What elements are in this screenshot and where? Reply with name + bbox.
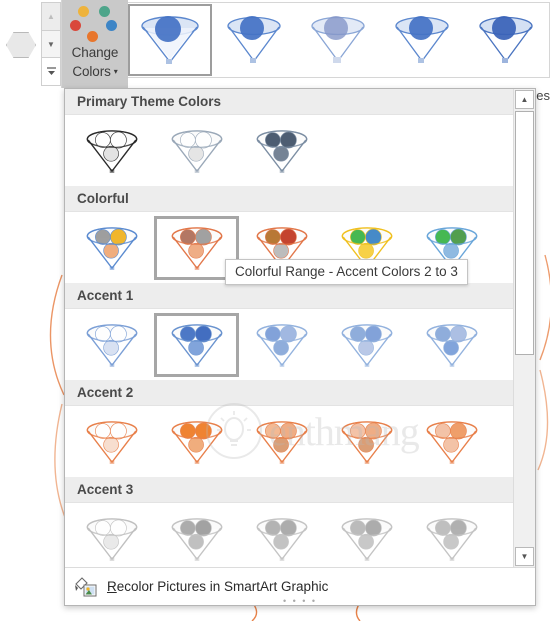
color-variant-accent1-1[interactable] bbox=[69, 313, 154, 377]
color-variant-accent3-4[interactable] bbox=[324, 507, 409, 568]
color-variant-accent3-1[interactable] bbox=[69, 507, 154, 568]
recolor-pictures-label: Recolor Pictures in SmartArt Graphic bbox=[107, 579, 328, 594]
funnel-thumbnail-icon bbox=[171, 420, 222, 464]
panel-scroll-area: Primary Theme Colors Colorful Accent 1 A… bbox=[65, 89, 513, 567]
change-colors-label-line1: Change bbox=[71, 45, 119, 60]
section-row-accent-2 bbox=[65, 406, 513, 477]
recolor-pictures-icon bbox=[73, 575, 99, 599]
scrollbar-thumb[interactable] bbox=[515, 111, 534, 355]
funnel-thumbnail-icon bbox=[426, 420, 477, 464]
funnel-thumbnail-icon bbox=[256, 323, 307, 367]
funnel-thumbnail-icon bbox=[86, 226, 137, 270]
section-row-accent-3 bbox=[65, 503, 513, 567]
color-variant-accent3-5[interactable] bbox=[409, 507, 494, 568]
funnel-thumbnail-icon bbox=[171, 323, 222, 367]
color-variant-accent2-1[interactable] bbox=[69, 410, 154, 474]
section-row-primary-theme-colors bbox=[65, 115, 513, 186]
color-variant-accent3-3[interactable] bbox=[239, 507, 324, 568]
screenshot-root: ▲ ▼ Change Colors ▾ les Primary Theme Co… bbox=[0, 0, 550, 621]
funnel-thumbnail-icon bbox=[171, 517, 222, 561]
funnel-thumbnail-icon bbox=[86, 420, 137, 464]
funnel-thumbnail-icon bbox=[256, 517, 307, 561]
panel-scrollbar[interactable]: ▲ ▼ bbox=[513, 89, 535, 567]
color-variant-accent2-2[interactable] bbox=[154, 410, 239, 474]
funnel-thumbnail-icon bbox=[256, 129, 307, 173]
section-header-accent-1: Accent 1 bbox=[65, 283, 513, 309]
recolor-label-rest: ecolor Pictures in SmartArt Graphic bbox=[116, 579, 329, 594]
color-variant-accent1-5[interactable] bbox=[409, 313, 494, 377]
section-header-accent-3: Accent 3 bbox=[65, 477, 513, 503]
gallery-scroll-controls[interactable]: ▲ ▼ bbox=[41, 2, 61, 86]
chevron-down-icon: ▾ bbox=[113, 67, 118, 76]
gallery-scroll-up-button[interactable]: ▲ bbox=[42, 3, 60, 31]
section-row-accent-1 bbox=[65, 309, 513, 380]
color-variant-accent1-3[interactable] bbox=[239, 313, 324, 377]
color-variant-primary-2[interactable] bbox=[154, 119, 239, 183]
funnel-thumbnail-icon bbox=[256, 420, 307, 464]
change-colors-button[interactable]: Change Colors ▾ bbox=[62, 0, 128, 88]
funnel-thumbnail-icon bbox=[171, 226, 222, 270]
funnel-thumbnail-icon bbox=[341, 517, 392, 561]
funnel-thumbnail-icon bbox=[86, 517, 137, 561]
color-variant-accent2-3[interactable] bbox=[239, 410, 324, 474]
color-variant-primary-3[interactable] bbox=[239, 119, 324, 183]
section-header-primary-theme-colors: Primary Theme Colors bbox=[65, 89, 513, 115]
color-variant-colorful-1[interactable] bbox=[69, 216, 154, 280]
style-gallery-item-2[interactable] bbox=[212, 4, 296, 76]
funnel-thumbnail-icon bbox=[341, 323, 392, 367]
funnel-thumbnail-icon bbox=[311, 16, 365, 63]
funnel-thumbnail-icon bbox=[141, 16, 199, 64]
ribbon-strip: ▲ ▼ Change Colors ▾ bbox=[0, 0, 550, 88]
scrollbar-up-arrow[interactable]: ▲ bbox=[515, 90, 534, 109]
color-variant-accent1-4[interactable] bbox=[324, 313, 409, 377]
funnel-thumbnail-icon bbox=[426, 323, 477, 367]
hexagon-shape-icon bbox=[6, 32, 36, 58]
color-variant-accent3-2[interactable] bbox=[154, 507, 239, 568]
panel-resize-grip[interactable]: • • • • bbox=[65, 597, 535, 606]
section-header-colorful: Colorful bbox=[65, 186, 513, 212]
color-variant-accent2-5[interactable] bbox=[409, 410, 494, 474]
gallery-scroll-down-button[interactable]: ▼ bbox=[42, 30, 60, 59]
color-variant-primary-1[interactable] bbox=[69, 119, 154, 183]
change-colors-label-line2: Colors bbox=[72, 64, 111, 79]
funnel-thumbnail-icon bbox=[395, 16, 449, 63]
style-gallery-item-3[interactable] bbox=[296, 4, 380, 76]
colored-dots-icon bbox=[69, 4, 121, 42]
panel-body: Primary Theme Colors Colorful Accent 1 A… bbox=[65, 89, 535, 567]
recolor-accel-key: R bbox=[107, 579, 117, 594]
funnel-thumbnail-icon bbox=[479, 16, 533, 63]
gallery-more-button[interactable] bbox=[42, 58, 60, 86]
funnel-thumbnail-icon bbox=[227, 16, 281, 63]
recolor-pictures-menu-item[interactable]: Recolor Pictures in SmartArt Graphic • •… bbox=[65, 567, 535, 606]
funnel-thumbnail-icon bbox=[341, 420, 392, 464]
funnel-thumbnail-icon bbox=[426, 517, 477, 561]
section-header-accent-2: Accent 2 bbox=[65, 380, 513, 406]
funnel-thumbnail-icon bbox=[86, 323, 137, 367]
funnel-thumbnail-icon bbox=[171, 129, 222, 173]
style-gallery-item-1[interactable] bbox=[128, 4, 212, 76]
ribbon-left-group: ▲ ▼ bbox=[0, 0, 62, 88]
style-gallery-item-4[interactable] bbox=[380, 4, 464, 76]
funnel-thumbnail-icon bbox=[86, 129, 137, 173]
thumbnail-tooltip: Colorful Range - Accent Colors 2 to 3 bbox=[225, 259, 468, 285]
smartart-style-gallery[interactable] bbox=[128, 2, 550, 78]
color-variant-accent2-4[interactable] bbox=[324, 410, 409, 474]
change-colors-dropdown-panel: Primary Theme Colors Colorful Accent 1 A… bbox=[64, 88, 536, 606]
scrollbar-down-arrow[interactable]: ▼ bbox=[515, 547, 534, 566]
style-gallery-item-5[interactable] bbox=[464, 4, 548, 76]
color-variant-accent1-2[interactable] bbox=[154, 312, 239, 377]
more-styles-icon bbox=[46, 67, 56, 76]
